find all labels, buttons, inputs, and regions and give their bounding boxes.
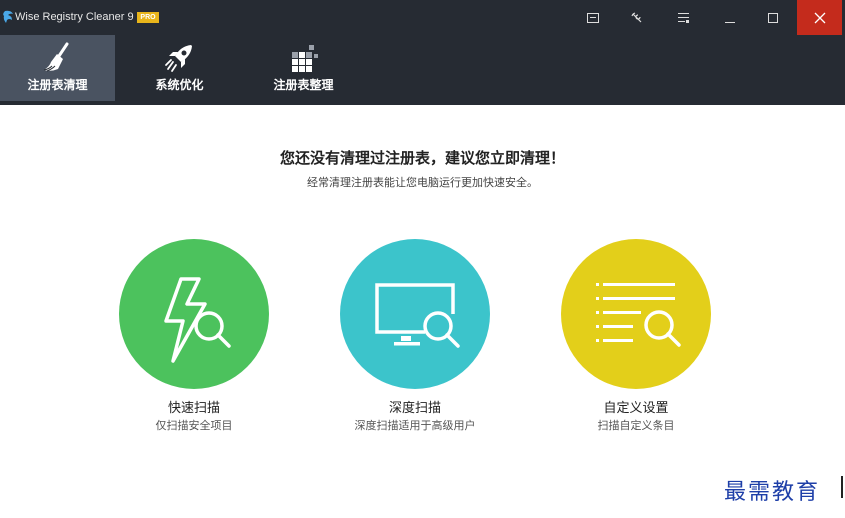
defrag-icon bbox=[287, 42, 321, 78]
list-search-icon bbox=[596, 283, 681, 347]
pro-badge: PRO bbox=[137, 12, 159, 23]
minimize-button[interactable] bbox=[716, 0, 744, 35]
option-title: 深度扫描 bbox=[388, 401, 441, 416]
menu-icon bbox=[587, 12, 599, 23]
menu-button[interactable] bbox=[582, 0, 604, 35]
deep-scan-button[interactable] bbox=[340, 239, 490, 389]
page-subline: 经常清理注册表能让您电脑运行更加快速安全。 bbox=[307, 176, 538, 189]
rocket-icon bbox=[163, 42, 197, 78]
option-custom-settings[interactable]: 自定义设置 扫描自定义条目 bbox=[561, 239, 711, 433]
broom-icon bbox=[41, 42, 75, 78]
lightning-search-icon bbox=[164, 277, 231, 363]
main-toolbar: 注册表清理 系统优化 注册表整理 bbox=[0, 35, 845, 105]
app-logo-icon bbox=[2, 9, 15, 23]
minimize-icon bbox=[725, 13, 735, 23]
settings-list-button[interactable] bbox=[673, 0, 695, 35]
watermark-text: 最需教育 bbox=[724, 480, 821, 505]
maximize-button[interactable] bbox=[758, 0, 788, 35]
monitor-search-icon bbox=[375, 283, 460, 348]
close-button[interactable] bbox=[797, 0, 842, 35]
tab-label: 注册表清理 bbox=[27, 78, 88, 92]
settings-list-icon bbox=[678, 12, 690, 23]
option-description: 仅扫描安全项目 bbox=[155, 419, 233, 432]
tab-label: 系统优化 bbox=[155, 78, 204, 92]
main-content: 您还没有清理过注册表，建议您立即清理！ 经常清理注册表能让您电脑运行更加快速安全… bbox=[0, 105, 845, 518]
custom-settings-button[interactable] bbox=[561, 239, 711, 389]
option-title: 自定义设置 bbox=[603, 401, 669, 416]
close-icon bbox=[814, 12, 826, 24]
option-quick-scan[interactable]: 快速扫描 仅扫描安全项目 bbox=[119, 239, 269, 433]
window-title: Wise Registry Cleaner 9 bbox=[15, 11, 134, 23]
quick-scan-button[interactable] bbox=[119, 239, 269, 389]
tab-label: 注册表整理 bbox=[273, 78, 334, 92]
tab-registry-defrag[interactable]: 注册表整理 bbox=[246, 35, 361, 101]
option-deep-scan[interactable]: 深度扫描 深度扫描适用于高级用户 bbox=[340, 239, 490, 433]
tab-registry-cleaner[interactable]: 注册表清理 bbox=[0, 35, 115, 101]
maximize-icon bbox=[768, 12, 778, 23]
page-headline: 您还没有清理过注册表，建议您立即清理！ bbox=[279, 149, 565, 167]
title-bar: Wise Registry Cleaner 9 PRO bbox=[0, 0, 845, 35]
option-description: 深度扫描适用于高级用户 bbox=[354, 419, 476, 432]
divider bbox=[841, 476, 843, 498]
tools-button[interactable] bbox=[626, 0, 648, 35]
option-title: 快速扫描 bbox=[167, 401, 220, 416]
tab-system-optimize[interactable]: 系统优化 bbox=[122, 35, 237, 101]
option-description: 扫描自定义条目 bbox=[597, 419, 675, 432]
tools-icon bbox=[631, 11, 643, 24]
